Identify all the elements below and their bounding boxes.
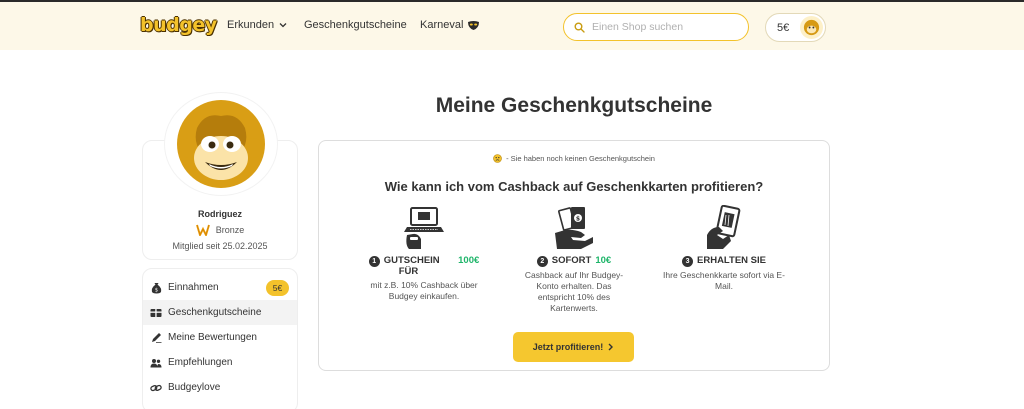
gift-card-icon <box>150 307 162 319</box>
earnings-badge: 5€ <box>266 280 289 296</box>
step-number: 2 <box>536 256 548 267</box>
sidebar-item-label: Einnahmen <box>168 282 219 293</box>
monkey-mascot-icon <box>177 100 265 188</box>
cta-label: Jetzt profitieren! <box>532 342 604 352</box>
sidebar-item-reviews[interactable]: Meine Bewertungen <box>143 325 297 350</box>
search-input[interactable] <box>592 21 732 33</box>
nav-explore-label: Erkunden <box>227 19 275 31</box>
money-bag-icon: $ <box>150 282 162 294</box>
section-heading: Wie kann ich vom Cashback auf Geschenkka… <box>384 179 764 194</box>
member-since: Mitglied seit 25.02.2025 <box>172 241 268 251</box>
chevron-down-icon <box>279 23 287 28</box>
step-3-title-a: ERHALTEN SIE <box>697 255 766 266</box>
sidebar-item-label: Meine Bewertungen <box>168 332 257 343</box>
cash-hand-icon: $ <box>555 207 593 249</box>
sidebar-item-earnings[interactable]: $ Einnahmen 5€ <box>143 275 297 300</box>
step-1-amount: 100€ <box>458 255 480 266</box>
step-1: 1 GUTSCHEIN 100€ FÜR mit z.B. 10% Cashba… <box>349 205 499 302</box>
chevron-right-icon <box>608 343 614 351</box>
bronze-badge-icon <box>195 224 210 236</box>
sidebar-item-label: Empfehlungen <box>168 357 233 368</box>
step-1-text: mit z.B. 10% Cashback über Budgey einkau… <box>370 280 478 301</box>
monkey-avatar-icon <box>803 19 820 36</box>
nav-giftcards[interactable]: Geschenkgutscheine <box>304 19 407 31</box>
sad-face-icon <box>493 154 502 163</box>
page-title: Meine Geschenkgutscheine <box>435 94 713 117</box>
profile-tier-label: Bronze <box>215 225 245 235</box>
step-number: 1 <box>368 256 380 267</box>
step-2: $ 2 SOFORT 10€ Cashback auf Ihr Budgey-K… <box>499 205 649 314</box>
link-icon <box>150 382 162 394</box>
sidebar-item-referrals[interactable]: Empfehlungen <box>143 350 297 375</box>
profile-avatar <box>165 93 277 195</box>
user-avatar[interactable] <box>800 16 823 39</box>
balance-amount: 5€ <box>777 21 790 34</box>
step-3-text: Ihre Geschenkkarte sofort via E-Mail. <box>663 270 785 291</box>
step-2-title: 2 SOFORT 10€ <box>499 255 649 267</box>
step-2-amount: 10€ <box>595 255 612 266</box>
account-balance-button[interactable]: 5€ <box>765 13 826 42</box>
phone-card-hand-icon <box>707 205 741 249</box>
sidebar-item-budgeylove[interactable]: Budgeylove <box>143 375 297 400</box>
step-1-title: 1 GUTSCHEIN 100€ FÜR <box>349 255 499 277</box>
step-2-title-a: SOFORT <box>551 255 592 266</box>
step-1-title-b: FÜR <box>398 266 419 277</box>
pen-icon <box>150 332 162 344</box>
step-number: 3 <box>682 256 694 267</box>
empty-notice-text: - Sie haben noch keinen Geschenkgutschei… <box>506 154 655 163</box>
step-3: 3 ERHALTEN SIE Ihre Geschenkkarte sofort… <box>649 205 799 292</box>
empty-notice: - Sie haben noch keinen Geschenkgutschei… <box>319 154 829 163</box>
sidebar-item-label: Geschenkgutscheine <box>168 307 262 318</box>
nav-carnival[interactable]: Karneval <box>420 19 480 31</box>
nav-giftcards-label: Geschenkgutscheine <box>304 19 407 31</box>
carnival-mask-icon <box>468 20 480 30</box>
profile-tier: Bronze <box>142 224 298 236</box>
svg-text:$: $ <box>576 216 580 223</box>
svg-text:$: $ <box>154 287 157 293</box>
nav-carnival-label: Karneval <box>420 19 464 31</box>
budgey-logo[interactable]: budgey <box>140 14 217 36</box>
users-icon <box>150 357 162 369</box>
profit-now-button[interactable]: Jetzt profitieren! <box>513 332 634 362</box>
step-2-text: Cashback auf Ihr Budgey-Konto erhalten. … <box>524 270 624 313</box>
sidebar-item-label: Budgeylove <box>168 382 221 393</box>
account-menu: $ Einnahmen 5€ Geschenkgutscheine Meine … <box>142 268 298 409</box>
laptop-shopping-icon <box>404 207 444 249</box>
step-3-title: 3 ERHALTEN SIE <box>649 255 799 267</box>
search-icon <box>574 22 585 33</box>
nav-explore[interactable]: Erkunden <box>227 19 288 31</box>
giftcard-info-card: - Sie haben noch keinen Geschenkgutschei… <box>318 140 830 371</box>
site-header: budgey Erkunden Geschenkgutscheine Karne… <box>0 2 1024 50</box>
step-1-title-a: GUTSCHEIN <box>383 255 440 266</box>
profile-name: Rodriguez <box>198 209 242 219</box>
search-box[interactable] <box>563 13 749 41</box>
sidebar-item-giftcards[interactable]: Geschenkgutscheine <box>143 300 297 325</box>
